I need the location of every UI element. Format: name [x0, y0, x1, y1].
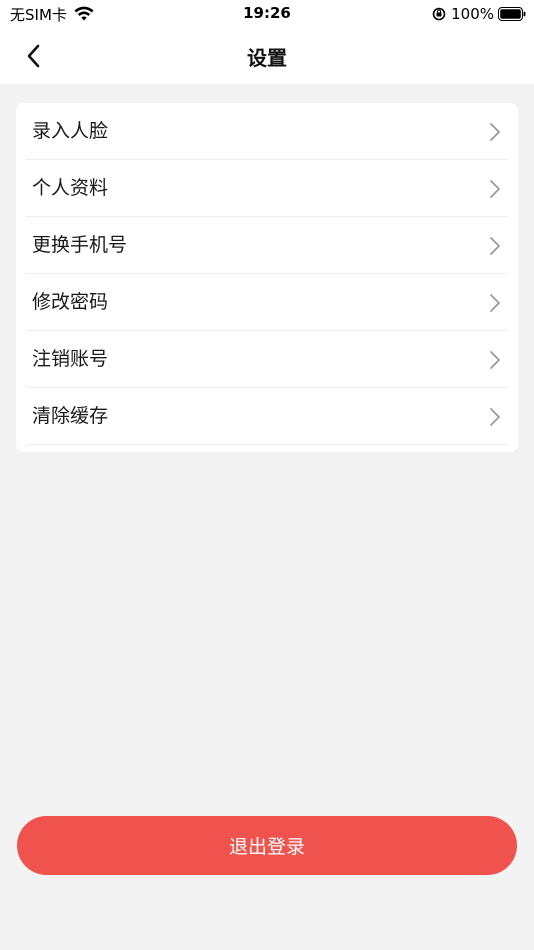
chevron-right-icon	[490, 294, 500, 312]
menu-item-change-password[interactable]: 修改密码	[16, 274, 518, 331]
menu-item-label: 更换手机号	[32, 234, 128, 256]
menu-item-label: 录入人脸	[32, 120, 109, 142]
orientation-lock-icon	[432, 7, 446, 21]
settings-menu-card: 录入人脸 个人资料 更换手机号 修改密码 注销账号 清除缓存	[16, 103, 518, 452]
menu-item-profile[interactable]: 个人资料	[16, 160, 518, 217]
menu-item-label: 清除缓存	[32, 405, 109, 427]
menu-item-label: 注销账号	[32, 348, 109, 370]
menu-item-face-enroll[interactable]: 录入人脸	[16, 103, 518, 160]
menu-item-delete-account[interactable]: 注销账号	[16, 331, 518, 388]
menu-item-label: 修改密码	[32, 291, 109, 313]
menu-item-label: 个人资料	[32, 177, 109, 199]
chevron-right-icon	[490, 237, 500, 255]
chevron-right-icon	[490, 123, 500, 141]
chevron-right-icon	[490, 351, 500, 369]
battery-icon	[498, 7, 526, 21]
divider	[26, 444, 508, 445]
chevron-right-icon	[490, 408, 500, 426]
chevron-right-icon	[490, 180, 500, 198]
status-bar: 无SIM卡 19:26 100%	[0, 0, 534, 28]
menu-item-change-phone[interactable]: 更换手机号	[16, 217, 518, 274]
logout-button[interactable]: 退出登录	[17, 816, 517, 875]
menu-item-clear-cache[interactable]: 清除缓存	[16, 388, 518, 445]
nav-bar: 设置	[0, 28, 534, 84]
status-right: 100%	[431, 4, 526, 24]
page-title: 设置	[247, 46, 287, 70]
battery-percent: 100%	[451, 5, 494, 23]
